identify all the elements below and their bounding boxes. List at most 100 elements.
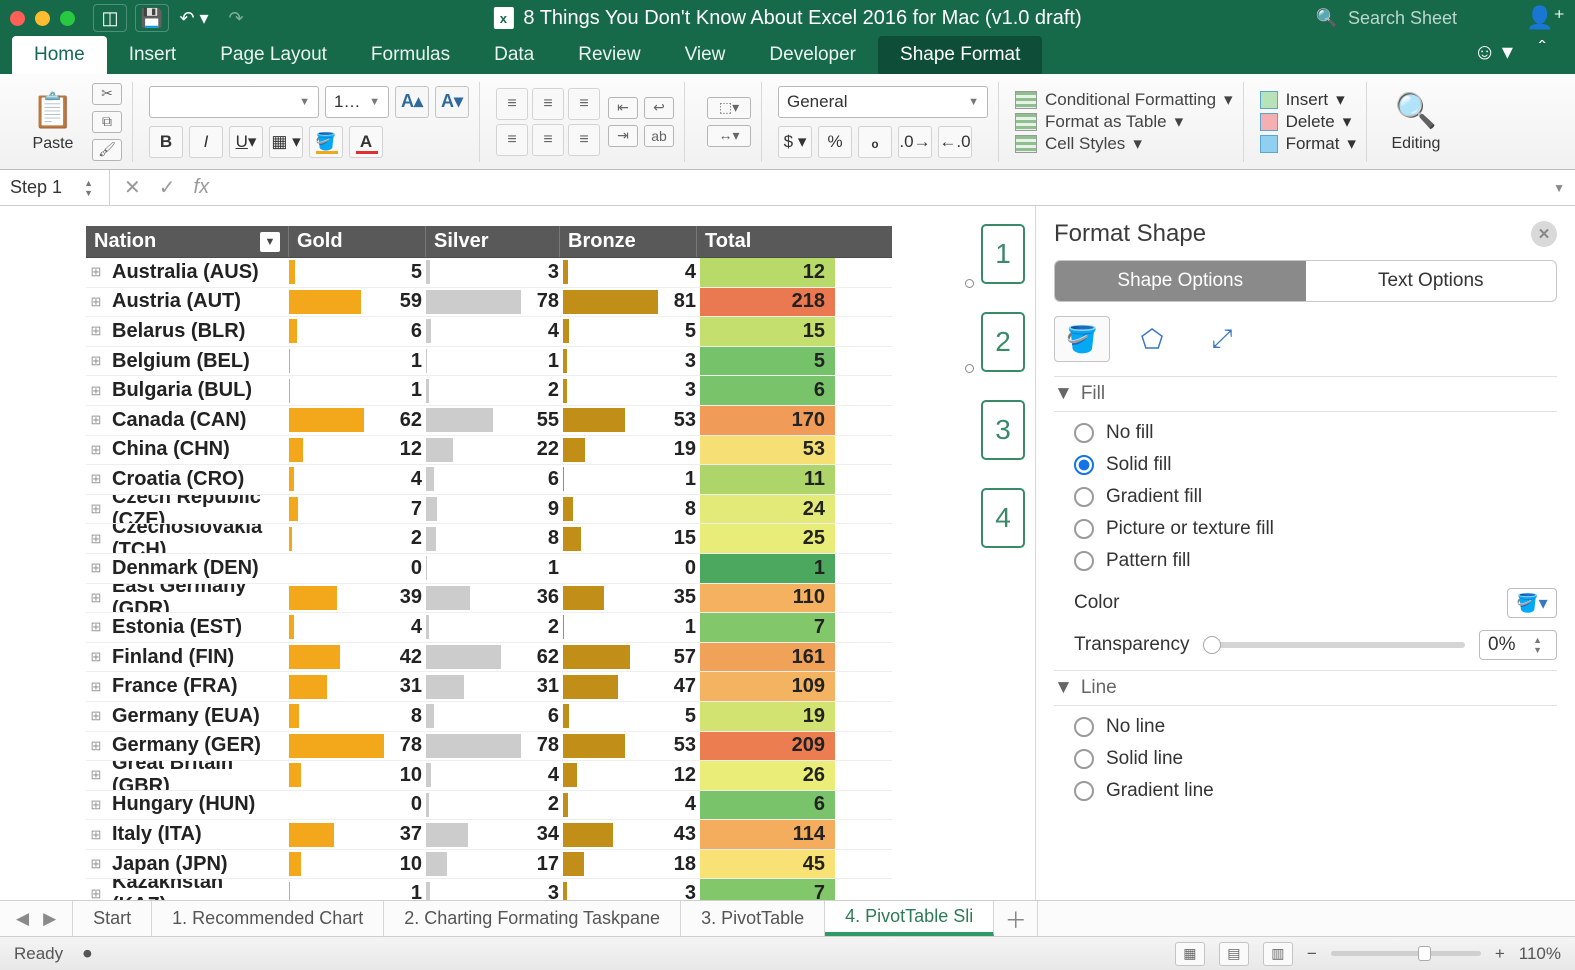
cell-silver[interactable]: 6 bbox=[521, 465, 563, 494]
table-row[interactable]: ⊞Hungary (HUN)0246 bbox=[86, 791, 892, 821]
cell-total[interactable]: 5 bbox=[700, 347, 835, 376]
cell-bronze[interactable]: 35 bbox=[658, 584, 700, 613]
normal-view-icon[interactable]: ▦ bbox=[1175, 942, 1205, 966]
tab-home[interactable]: Home bbox=[12, 36, 107, 74]
slicer-4[interactable]: 4 bbox=[981, 488, 1025, 548]
add-sheet-button[interactable]: ＋ bbox=[994, 901, 1038, 936]
pane-tab-effects-icon[interactable]: ⬠ bbox=[1124, 316, 1180, 362]
table-row[interactable]: ⊞Germany (EUA)86519 bbox=[86, 702, 892, 732]
table-row[interactable]: ⊞Australia (AUS)53412 bbox=[86, 258, 892, 288]
cell-nation[interactable]: Germany (EUA) bbox=[106, 702, 289, 731]
cell-nation[interactable]: Estonia (EST) bbox=[106, 613, 289, 642]
table-row[interactable]: ⊞Canada (CAN)625553170 bbox=[86, 406, 892, 436]
sheet-prev-icon[interactable]: ◀ bbox=[16, 909, 29, 929]
cell-bronze[interactable]: 4 bbox=[658, 258, 700, 287]
slicer-3[interactable]: 3 bbox=[981, 400, 1025, 460]
cell-silver[interactable]: 36 bbox=[521, 584, 563, 613]
cell-gold[interactable]: 42 bbox=[384, 643, 426, 672]
autosave-icon[interactable]: ◫ bbox=[93, 4, 127, 32]
save-icon[interactable]: 💾 bbox=[135, 4, 169, 32]
cell-silver[interactable]: 2 bbox=[521, 376, 563, 405]
cell-gold[interactable]: 5 bbox=[384, 258, 426, 287]
table-row[interactable]: ⊞China (CHN)12221953 bbox=[86, 436, 892, 466]
minimize-window-button[interactable] bbox=[35, 11, 50, 26]
close-pane-icon[interactable]: ✕ bbox=[1531, 221, 1557, 247]
cell-gold[interactable]: 10 bbox=[384, 850, 426, 879]
table-row[interactable]: ⊞Croatia (CRO)46111 bbox=[86, 465, 892, 495]
cell-nation[interactable]: Finland (FIN) bbox=[106, 643, 289, 672]
cell-nation[interactable]: Hungary (HUN) bbox=[106, 791, 289, 820]
cell-bronze[interactable]: 12 bbox=[658, 761, 700, 790]
tab-developer[interactable]: Developer bbox=[747, 36, 878, 74]
zoom-in-icon[interactable]: + bbox=[1495, 944, 1505, 964]
decrease-decimal-icon[interactable]: ←.0 bbox=[938, 126, 972, 158]
cell-total[interactable]: 1 bbox=[700, 554, 835, 583]
expand-icon[interactable]: ⊞ bbox=[86, 672, 106, 701]
cell-silver[interactable]: 1 bbox=[521, 347, 563, 376]
cell-gold[interactable]: 39 bbox=[384, 584, 426, 613]
merge-cells-icon[interactable]: ⬚▾ bbox=[707, 97, 751, 119]
orientation-icon[interactable]: ab bbox=[644, 125, 674, 147]
cell-silver[interactable]: 8 bbox=[521, 524, 563, 553]
seg-text-options[interactable]: Text Options bbox=[1306, 261, 1557, 301]
cell-bronze[interactable]: 0 bbox=[658, 554, 700, 583]
table-row[interactable]: ⊞East Germany (GDR)393635110 bbox=[86, 584, 892, 614]
expand-icon[interactable]: ⊞ bbox=[86, 554, 106, 583]
redo-icon[interactable]: ↷ bbox=[219, 4, 253, 32]
expand-icon[interactable]: ⊞ bbox=[86, 761, 106, 790]
accept-formula-icon[interactable]: ✓ bbox=[159, 175, 176, 200]
header-silver[interactable]: Silver bbox=[426, 226, 560, 257]
cell-silver[interactable]: 78 bbox=[521, 732, 563, 761]
cell-gold[interactable]: 0 bbox=[384, 791, 426, 820]
cell-total[interactable]: 11 bbox=[700, 465, 835, 494]
table-row[interactable]: ⊞Kazakhstan (KAZ)1337 bbox=[86, 879, 892, 900]
bold-button[interactable]: B bbox=[149, 126, 183, 158]
cell-bronze[interactable]: 43 bbox=[658, 820, 700, 849]
fill-option[interactable]: No fill bbox=[1074, 422, 1557, 444]
cell-bronze[interactable]: 3 bbox=[658, 376, 700, 405]
cell-bronze[interactable]: 15 bbox=[658, 524, 700, 553]
table-row[interactable]: ⊞Denmark (DEN)0101 bbox=[86, 554, 892, 584]
align-middle-icon[interactable]: ≡ bbox=[532, 88, 564, 120]
increase-indent-icon[interactable]: ⇥ bbox=[608, 125, 638, 147]
tab-review[interactable]: Review bbox=[556, 36, 662, 74]
cell-gold[interactable]: 1 bbox=[384, 376, 426, 405]
sheet-tab[interactable]: 1. Recommended Chart bbox=[152, 901, 384, 936]
line-option[interactable]: Solid line bbox=[1074, 748, 1557, 770]
cell-nation[interactable]: Great Britain (GBR) bbox=[106, 761, 289, 790]
zoom-slider[interactable] bbox=[1331, 951, 1481, 956]
expand-icon[interactable]: ⊞ bbox=[86, 524, 106, 553]
expand-icon[interactable]: ⊞ bbox=[86, 317, 106, 346]
expand-icon[interactable]: ⊞ bbox=[86, 465, 106, 494]
cell-gold[interactable]: 12 bbox=[384, 436, 426, 465]
insert-cells-button[interactable]: Insert ▾ bbox=[1260, 90, 1356, 110]
cell-bronze[interactable]: 1 bbox=[658, 613, 700, 642]
borders-button[interactable]: ▦ ▾ bbox=[269, 126, 303, 158]
format-cells-button[interactable]: Format ▾ bbox=[1260, 134, 1356, 154]
sheet-tab[interactable]: 2. Charting Formating Taskpane bbox=[384, 901, 681, 936]
fill-section-header[interactable]: ▼ Fill bbox=[1054, 376, 1557, 412]
decrease-indent-icon[interactable]: ⇤ bbox=[608, 97, 638, 119]
table-row[interactable]: ⊞Japan (JPN)10171845 bbox=[86, 850, 892, 880]
table-row[interactable]: ⊞Czechoslovakia (TCH)281525 bbox=[86, 524, 892, 554]
expand-icon[interactable]: ⊞ bbox=[86, 258, 106, 287]
cell-bronze[interactable]: 3 bbox=[658, 347, 700, 376]
cell-nation[interactable]: Austria (AUT) bbox=[106, 288, 289, 317]
cell-nation[interactable]: France (FRA) bbox=[106, 672, 289, 701]
cell-silver[interactable]: 31 bbox=[521, 672, 563, 701]
cell-nation[interactable]: Belarus (BLR) bbox=[106, 317, 289, 346]
table-row[interactable]: ⊞Czech Republic (CZE)79824 bbox=[86, 495, 892, 525]
cell-nation[interactable]: Japan (JPN) bbox=[106, 850, 289, 879]
page-layout-view-icon[interactable]: ▤ bbox=[1219, 942, 1249, 966]
cell-silver[interactable]: 62 bbox=[521, 643, 563, 672]
font-size-combo[interactable]: 1… ▼ bbox=[325, 86, 389, 118]
cell-gold[interactable]: 59 bbox=[384, 288, 426, 317]
table-row[interactable]: ⊞Belgium (BEL)1135 bbox=[86, 347, 892, 377]
line-option[interactable]: No line bbox=[1074, 716, 1557, 738]
decrease-font-icon[interactable]: A▾ bbox=[435, 86, 469, 118]
cell-bronze[interactable]: 3 bbox=[658, 879, 700, 900]
cell-gold[interactable]: 6 bbox=[384, 317, 426, 346]
zoom-out-icon[interactable]: − bbox=[1307, 944, 1317, 964]
expand-icon[interactable]: ⊞ bbox=[86, 702, 106, 731]
underline-button[interactable]: U ▾ bbox=[229, 126, 263, 158]
